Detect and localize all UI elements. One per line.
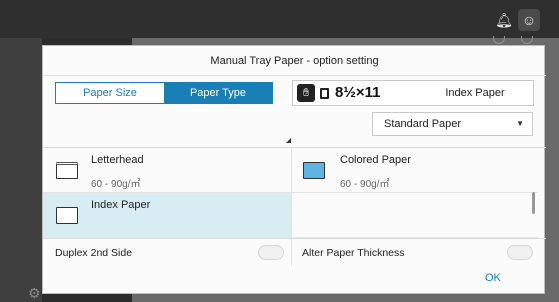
indicator-type: Index Paper bbox=[445, 87, 505, 99]
manual-tray-dialog: Manual Tray Paper - option setting Paper… bbox=[42, 45, 546, 294]
duplex-option: Duplex 2nd Side bbox=[43, 238, 292, 266]
index-paper-icon bbox=[56, 207, 78, 224]
colored-paper-icon bbox=[303, 162, 325, 179]
alter-thickness-option: Alter Paper Thickness bbox=[292, 238, 546, 266]
dialog-title: Manual Tray Paper - option setting bbox=[43, 46, 546, 76]
duplex-label: Duplex 2nd Side bbox=[55, 247, 133, 259]
chevron-down-icon: ▼ bbox=[516, 119, 524, 128]
paper-type-weight: 60 - 90g/㎡ bbox=[91, 179, 141, 190]
paper-type-weight: 60 - 90g/㎡ bbox=[340, 179, 390, 190]
paper-type-index[interactable]: Index Paper bbox=[43, 193, 292, 238]
page-orientation-icon bbox=[320, 88, 329, 99]
corner-marker-icon bbox=[286, 138, 291, 143]
select-value: Standard Paper bbox=[384, 118, 462, 130]
paper-type-name: Letterhead bbox=[91, 154, 144, 166]
manual-feed-hand-icon: ✋︎ bbox=[297, 84, 315, 102]
paper-category-select[interactable]: Standard Paper ▼ bbox=[372, 112, 533, 136]
list-scrollbar[interactable] bbox=[532, 192, 535, 214]
paper-indicator: ✋︎ 8½×11 Index Paper bbox=[292, 80, 534, 106]
alter-thickness-label: Alter Paper Thickness bbox=[302, 247, 405, 259]
screen: 🔔︎ ☺ ⚙ Manual Tray Paper - option settin… bbox=[0, 0, 559, 302]
duplex-toggle[interactable] bbox=[258, 245, 284, 260]
tab-paper-type[interactable]: Paper Type bbox=[164, 83, 272, 103]
paper-type-list: Letterhead 60 - 90g/㎡ Colored Paper 60 -… bbox=[43, 147, 546, 238]
user-icon[interactable]: ☺ bbox=[518, 9, 540, 31]
background-gear-icon: ⚙ bbox=[28, 285, 41, 301]
paper-type-name: Index Paper bbox=[91, 199, 151, 211]
tab-paper-size[interactable]: Paper Size bbox=[56, 83, 164, 103]
letterhead-icon bbox=[56, 162, 78, 179]
top-bar: 🔔︎ ☺ bbox=[0, 0, 559, 38]
bell-icon[interactable]: 🔔︎ bbox=[493, 9, 515, 31]
paper-type-empty bbox=[292, 193, 538, 238]
ok-button[interactable]: OK bbox=[485, 272, 501, 284]
size-type-tabs: Paper Size Paper Type bbox=[55, 82, 273, 104]
paper-type-name: Colored Paper bbox=[340, 154, 411, 166]
paper-type-letterhead[interactable]: Letterhead 60 - 90g/㎡ bbox=[43, 148, 292, 193]
paper-type-colored[interactable]: Colored Paper 60 - 90g/㎡ bbox=[292, 148, 538, 193]
alter-thickness-toggle[interactable] bbox=[507, 245, 533, 260]
background-left-panel bbox=[0, 38, 42, 302]
indicator-size: 8½×11 bbox=[335, 84, 381, 101]
